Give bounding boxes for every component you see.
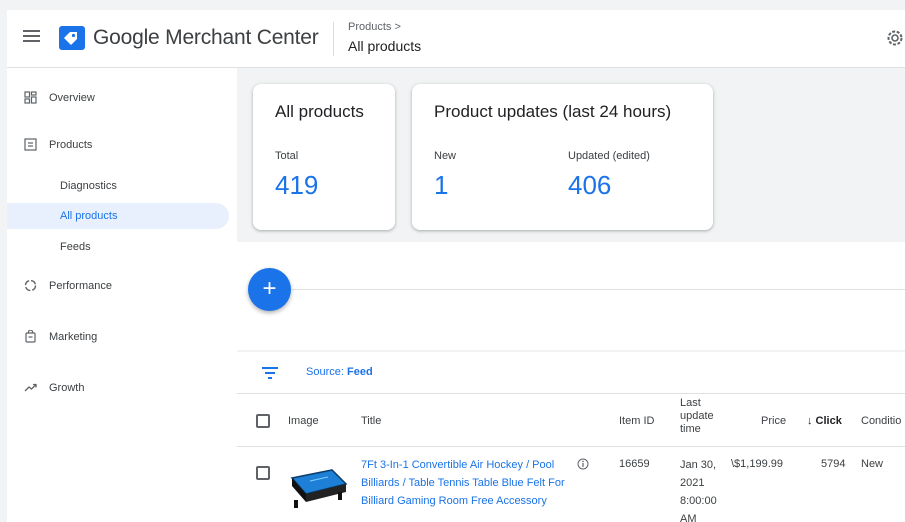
marketing-icon (25, 330, 36, 343)
brand-title: Google Merchant Center (93, 26, 319, 49)
main-content: All products Total 419 Product updates (… (237, 68, 905, 522)
filter-bar: Source: Feed (237, 352, 905, 394)
sidebar-item-feeds[interactable]: Feeds (7, 234, 229, 260)
sidebar-item-label: Growth (49, 382, 85, 394)
card-title: Product updates (last 24 hours) (434, 102, 672, 121)
row-checkbox[interactable] (256, 466, 270, 480)
column-header-title[interactable]: Title (361, 415, 381, 427)
sidebar: Overview Products Diagnostics All produc… (7, 68, 237, 522)
header-divider (333, 22, 334, 56)
merchant-center-logo (59, 26, 85, 50)
clicks-cell: 5794 (821, 458, 846, 470)
last-update-cell: Jan 30, 2021 8:00:00 AM (680, 456, 717, 522)
column-header-last-update[interactable]: Last update time (680, 397, 714, 436)
breadcrumb-parent[interactable]: Products > (348, 21, 401, 33)
column-header-item-id[interactable]: Item ID (619, 415, 654, 427)
updated-value[interactable]: 406 (568, 170, 611, 201)
select-all-checkbox[interactable] (256, 414, 270, 428)
sidebar-item-label: Performance (49, 280, 112, 292)
condition-cell: New (861, 458, 884, 470)
card-title: All products (275, 102, 364, 121)
new-label: New (434, 150, 457, 162)
add-product-button[interactable]: + (248, 268, 291, 311)
sidebar-item-label: Diagnostics (60, 180, 117, 192)
column-header-condition[interactable]: Conditio (861, 415, 901, 427)
gear-icon[interactable] (885, 28, 905, 48)
filter-icon[interactable] (261, 366, 279, 380)
header-line: time (680, 423, 701, 435)
price-cell: \$1,199.99 (731, 458, 783, 470)
sidebar-item-label: Products (49, 139, 93, 151)
divider (292, 289, 905, 290)
total-label: Total (275, 150, 299, 162)
updated-label: Updated (edited) (568, 150, 650, 162)
product-thumbnail[interactable] (288, 462, 348, 512)
item-id-cell: 16659 (619, 458, 650, 470)
cell-line: 8:00:00 (680, 495, 717, 507)
cell-line: 2021 (680, 477, 705, 489)
sidebar-item-performance[interactable]: Performance (7, 273, 229, 299)
sidebar-item-all-products[interactable]: All products (7, 203, 229, 229)
growth-icon (24, 383, 37, 392)
new-value[interactable]: 1 (434, 170, 448, 201)
header-line: Last (680, 397, 701, 409)
column-header-price[interactable]: Price (761, 415, 786, 427)
top-bar: Google Merchant Center Products > All pr… (7, 10, 905, 68)
sidebar-item-products[interactable]: Products (7, 132, 229, 158)
sidebar-item-diagnostics[interactable]: Diagnostics (7, 173, 229, 199)
product-updates-card: Product updates (last 24 hours) New 1 Up… (412, 84, 713, 230)
action-area: + (237, 242, 905, 350)
sidebar-item-overview[interactable]: Overview (7, 85, 229, 111)
header-divider (237, 446, 905, 447)
header-line: update (680, 410, 714, 422)
column-header-clicks[interactable]: ↓ Click (807, 415, 842, 427)
sidebar-item-marketing[interactable]: Marketing (7, 324, 229, 350)
summary-cards: All products Total 419 Product updates (… (237, 68, 905, 242)
sidebar-item-label: All products (60, 210, 118, 222)
product-title-link[interactable]: 7Ft 3-In-1 Convertible Air Hockey / Pool… (361, 456, 573, 510)
all-products-card: All products Total 419 (253, 84, 395, 230)
column-header-image: Image (288, 415, 319, 427)
sidebar-item-label: Marketing (49, 331, 98, 343)
filter-prefix: Source: (306, 366, 344, 378)
cell-line: Jan 30, (680, 459, 717, 471)
total-value[interactable]: 419 (275, 170, 318, 201)
menu-icon[interactable] (23, 30, 40, 44)
merchant-center-app: Google Merchant Center Products > All pr… (7, 10, 905, 522)
products-table: Image Title Item ID Last update time Pri… (237, 394, 905, 522)
sidebar-item-label: Feeds (60, 241, 91, 253)
breadcrumb-current: All products (348, 38, 422, 54)
info-icon[interactable] (577, 458, 589, 470)
sidebar-item-label: Overview (49, 92, 95, 104)
products-icon (24, 138, 37, 151)
cell-line: AM (680, 513, 697, 522)
sidebar-item-growth[interactable]: Growth (7, 375, 229, 401)
source-filter-chip[interactable]: Source: Feed (306, 366, 373, 378)
performance-icon (24, 279, 37, 292)
dashboard-icon (24, 91, 37, 104)
filter-value: Feed (346, 366, 373, 378)
